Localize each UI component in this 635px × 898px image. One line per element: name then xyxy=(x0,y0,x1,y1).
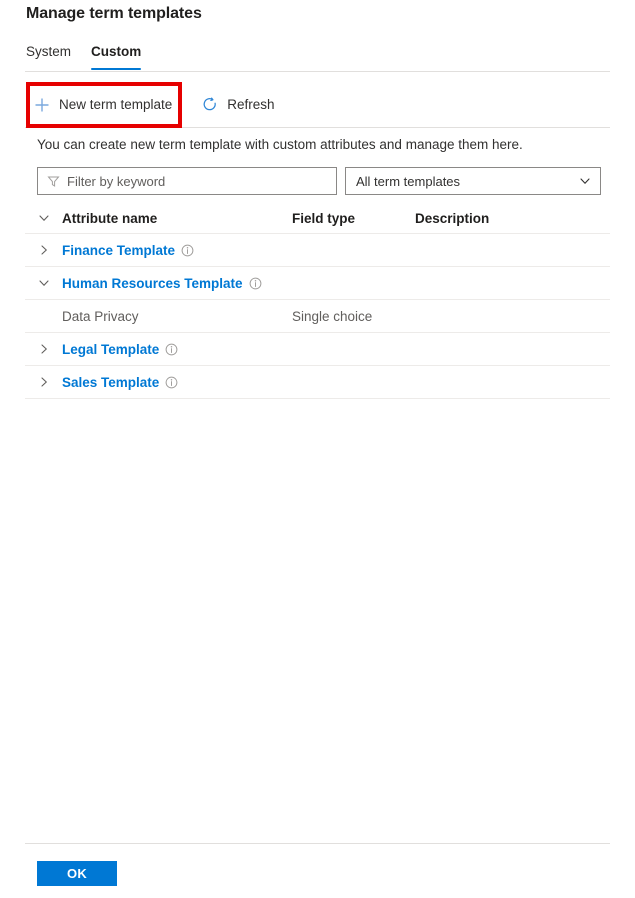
chevron-right-icon xyxy=(37,375,51,389)
column-header-field-type[interactable]: Field type xyxy=(292,211,415,226)
chevron-right-icon xyxy=(37,342,51,356)
term-template-link[interactable]: Finance Template xyxy=(62,243,292,258)
attribute-name: Data Privacy xyxy=(62,308,139,324)
tab-custom-label: Custom xyxy=(91,44,142,59)
tab-system[interactable]: System xyxy=(26,44,81,70)
tab-divider xyxy=(25,71,610,72)
footer-divider xyxy=(25,843,610,844)
row-expand-toggle[interactable] xyxy=(25,375,62,389)
plus-icon xyxy=(34,97,50,113)
filter-input-wrapper[interactable] xyxy=(37,167,337,195)
description-text: You can create new term template with cu… xyxy=(37,137,523,152)
new-term-template-label: New term template xyxy=(59,97,173,112)
term-template-link[interactable]: Legal Template xyxy=(62,342,292,357)
search-input[interactable] xyxy=(67,173,327,189)
row-expand-toggle[interactable] xyxy=(25,276,62,290)
field-type-value: Single choice xyxy=(292,308,373,324)
tab-system-label: System xyxy=(26,44,72,59)
ok-button[interactable]: OK xyxy=(37,861,117,886)
command-bar-divider xyxy=(25,127,610,128)
chevron-down-icon xyxy=(37,276,51,290)
table-row[interactable]: Finance Template xyxy=(25,234,610,267)
column-header-attribute-name[interactable]: Attribute name xyxy=(62,211,292,226)
refresh-label: Refresh xyxy=(227,97,275,112)
chevron-right-icon xyxy=(37,243,51,257)
info-icon[interactable] xyxy=(165,343,178,356)
term-template-name: Finance Template xyxy=(62,242,176,258)
term-template-link[interactable]: Sales Template xyxy=(62,375,292,390)
table-row[interactable]: Legal Template xyxy=(25,333,610,366)
refresh-button[interactable]: Refresh xyxy=(194,91,282,119)
term-template-name: Sales Template xyxy=(62,374,160,390)
row-expand-toggle[interactable] xyxy=(25,342,62,356)
command-bar: New term template Refresh xyxy=(26,88,283,122)
table-row[interactable]: Data Privacy Single choice xyxy=(25,300,610,333)
term-template-name: Human Resources Template xyxy=(62,275,243,291)
info-icon[interactable] xyxy=(181,244,194,257)
filter-row: All term templates xyxy=(37,167,601,195)
term-template-link[interactable]: Human Resources Template xyxy=(62,276,292,291)
info-icon[interactable] xyxy=(249,277,262,290)
expand-all-toggle[interactable] xyxy=(25,211,62,225)
tab-list: System Custom xyxy=(26,44,151,70)
refresh-icon xyxy=(202,97,218,113)
new-term-template-button[interactable]: New term template xyxy=(26,91,180,119)
table-header-row: Attribute name Field type Description xyxy=(25,203,610,234)
term-template-name: Legal Template xyxy=(62,341,160,357)
chevron-down-icon xyxy=(37,211,51,225)
table-row[interactable]: Human Resources Template xyxy=(25,267,610,300)
filter-funnel-icon xyxy=(47,175,60,188)
attribute-name-cell: Data Privacy xyxy=(62,309,292,324)
chevron-down-icon xyxy=(579,175,591,187)
tab-custom[interactable]: Custom xyxy=(81,44,151,70)
table-row[interactable]: Sales Template xyxy=(25,366,610,399)
row-expand-toggle[interactable] xyxy=(25,243,62,257)
term-template-filter-value: All term templates xyxy=(356,173,461,189)
term-templates-table: Attribute name Field type Description Fi… xyxy=(25,203,610,399)
term-template-filter-dropdown[interactable]: All term templates xyxy=(345,167,601,195)
column-header-description[interactable]: Description xyxy=(415,211,610,226)
info-icon[interactable] xyxy=(165,376,178,389)
page-title: Manage term templates xyxy=(26,5,202,22)
